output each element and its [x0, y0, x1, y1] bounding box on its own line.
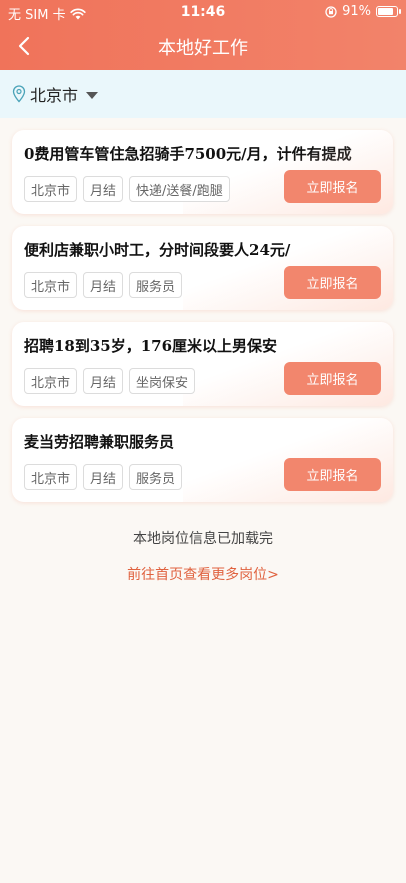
more-jobs-link[interactable]: 前往首页查看更多岗位>: [0, 564, 406, 584]
tag-pay: 月结: [83, 272, 124, 298]
tag-location: 北京市: [24, 368, 78, 394]
apply-button[interactable]: 立即报名: [284, 458, 381, 491]
battery-percent: 91%: [342, 4, 371, 19]
job-tags: 北京市 月结 服务员: [24, 272, 183, 298]
app-header: 无 SIM 卡 11:46 91% 本地好工作: [0, 0, 406, 70]
job-title: 便利店兼职小时工，分时间段要人24元/: [24, 241, 291, 259]
job-title: 麦当劳招聘兼职服务员: [24, 433, 175, 451]
rotation-lock-icon: [325, 5, 337, 18]
loaded-all-note: 本地岗位信息已加载完: [133, 531, 273, 547]
city-name: 北京市: [30, 86, 79, 105]
tag-category: 服务员: [129, 272, 183, 298]
apply-button[interactable]: 立即报名: [284, 170, 381, 203]
caret-down-icon: [86, 91, 99, 99]
page-title: 本地好工作: [158, 38, 248, 59]
job-card[interactable]: 便利店兼职小时工，分时间段要人24元/ 北京市 月结 服务员 立即报名: [12, 226, 393, 310]
tag-pay: 月结: [83, 176, 124, 202]
battery-icon: [376, 6, 401, 17]
apply-button[interactable]: 立即报名: [284, 266, 381, 299]
tag-category: 坐岗保安: [129, 368, 196, 394]
battery-fill: [378, 8, 394, 15]
apply-button[interactable]: 立即报名: [284, 362, 381, 395]
tag-location: 北京市: [24, 464, 78, 490]
job-tags: 北京市 月结 服务员: [24, 464, 183, 490]
job-card[interactable]: 麦当劳招聘兼职服务员 北京市 月结 服务员 立即报名: [12, 418, 393, 502]
nav-bar: 本地好工作: [0, 24, 406, 70]
job-card[interactable]: 0费用管车管住急招骑手7500元/月，计件有提成 北京市 月结 快递/送餐/跑腿…: [12, 130, 393, 214]
city-selector[interactable]: 北京市: [0, 70, 406, 118]
tag-pay: 月结: [83, 464, 124, 490]
tag-pay: 月结: [83, 368, 124, 394]
tag-location: 北京市: [24, 176, 78, 202]
job-list: 0费用管车管住急招骑手7500元/月，计件有提成 北京市 月结 快递/送餐/跑腿…: [12, 130, 393, 514]
job-title: 招聘18到35岁，176厘米以上男保安: [24, 337, 278, 355]
job-tags: 北京市 月结 坐岗保安: [24, 368, 196, 394]
job-title: 0费用管车管住急招骑手7500元/月，计件有提成: [24, 145, 352, 163]
status-right: 91%: [325, 4, 401, 19]
tag-category: 服务员: [129, 464, 183, 490]
location-pin-icon: [12, 85, 26, 103]
tag-location: 北京市: [24, 272, 78, 298]
tag-category: 快递/送餐/跑腿: [129, 176, 230, 202]
job-card[interactable]: 招聘18到35岁，176厘米以上男保安 北京市 月结 坐岗保安 立即报名: [12, 322, 393, 406]
job-tags: 北京市 月结 快递/送餐/跑腿: [24, 176, 230, 202]
status-bar: 无 SIM 卡 11:46 91%: [0, 0, 406, 24]
